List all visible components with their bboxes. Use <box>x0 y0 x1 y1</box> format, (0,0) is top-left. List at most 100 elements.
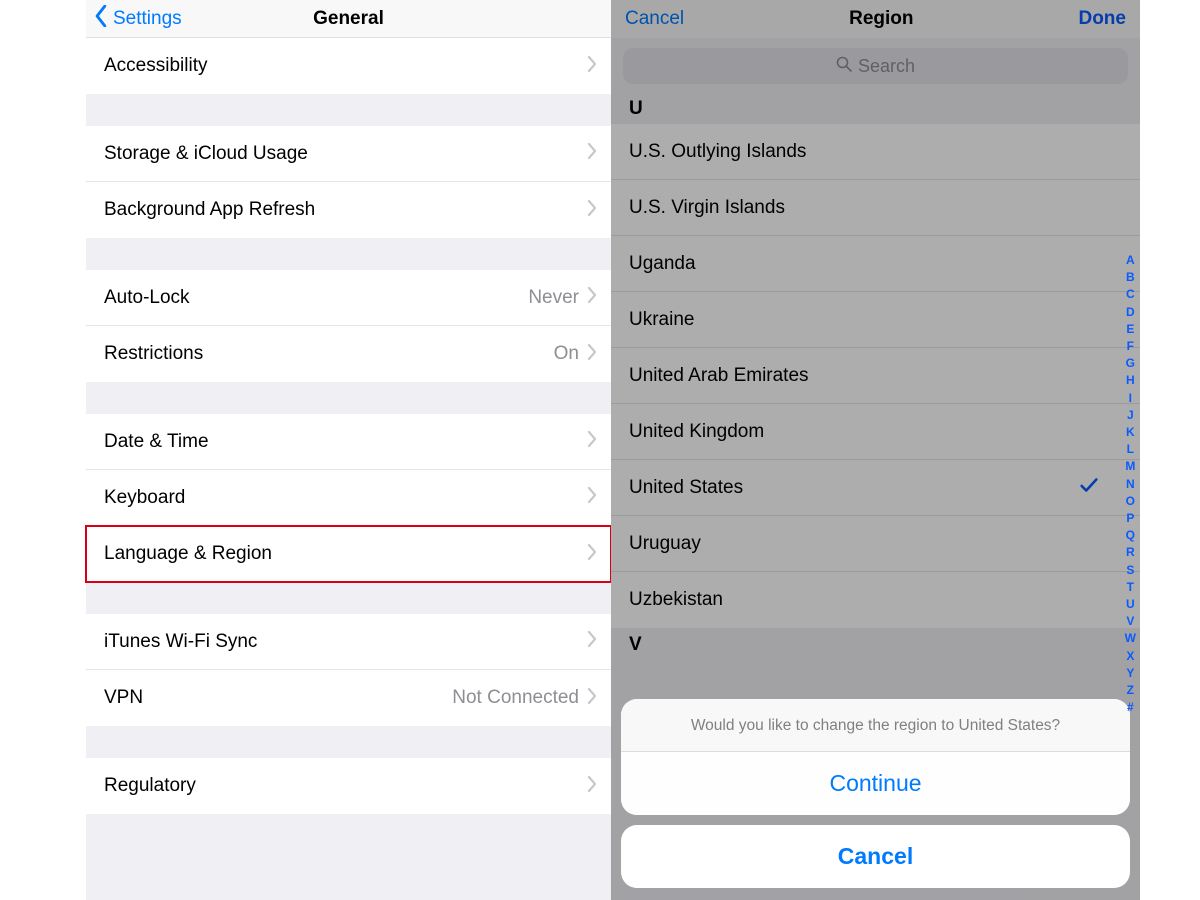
region-name: U.S. Outlying Islands <box>629 141 806 163</box>
region-row-united-arab-emirates[interactable]: United Arab Emirates <box>611 348 1140 404</box>
row-label: Accessibility <box>104 55 207 77</box>
index-letter[interactable]: E <box>1126 321 1134 338</box>
region-name: Ukraine <box>629 309 694 331</box>
section-header: V <box>611 628 1140 660</box>
cancel-button[interactable]: Cancel <box>625 8 684 30</box>
settings-row-accessibility[interactable]: Accessibility <box>86 38 611 94</box>
index-letter[interactable]: P <box>1126 510 1134 527</box>
done-button[interactable]: Done <box>1078 8 1126 30</box>
index-letter[interactable]: Y <box>1126 665 1134 682</box>
navbar-region: Cancel Region Done <box>611 0 1140 38</box>
chevron-right-icon <box>587 631 597 652</box>
search-placeholder: Search <box>858 56 915 77</box>
row-label: VPN <box>104 687 143 709</box>
index-letter[interactable]: X <box>1126 648 1134 665</box>
row-label: Regulatory <box>104 775 196 797</box>
region-name: U.S. Virgin Islands <box>629 197 785 219</box>
alphabet-index[interactable]: ABCDEFGHIJKLMNOPQRSTUVWXYZ# <box>1125 252 1136 716</box>
index-letter[interactable]: U <box>1126 596 1135 613</box>
chevron-right-icon <box>587 487 597 508</box>
chevron-right-icon <box>587 344 597 365</box>
chevron-right-icon <box>587 776 597 797</box>
index-letter[interactable]: S <box>1126 562 1134 579</box>
index-letter[interactable]: A <box>1126 252 1135 269</box>
settings-row-restrictions[interactable]: Restrictions On <box>86 326 611 382</box>
settings-row-vpn[interactable]: VPN Not Connected <box>86 670 611 726</box>
chevron-right-icon <box>587 287 597 308</box>
chevron-left-icon <box>94 5 113 33</box>
navbar-general: Settings General <box>86 0 611 38</box>
settings-row-storage-icloud-usage[interactable]: Storage & iCloud Usage <box>86 126 611 182</box>
region-name: Uzbekistan <box>629 589 723 611</box>
row-value: Not Connected <box>452 687 579 709</box>
search-icon <box>836 56 858 77</box>
back-label: Settings <box>113 8 182 30</box>
sheet-cancel-button[interactable]: Cancel <box>621 825 1130 888</box>
chevron-right-icon <box>587 544 597 565</box>
index-letter[interactable]: V <box>1126 613 1134 630</box>
chevron-right-icon <box>587 143 597 164</box>
region-row-uzbekistan[interactable]: Uzbekistan <box>611 572 1140 628</box>
index-letter[interactable]: R <box>1126 544 1135 561</box>
row-label: Background App Refresh <box>104 199 315 221</box>
index-letter[interactable]: Q <box>1126 527 1135 544</box>
index-letter[interactable]: B <box>1126 269 1135 286</box>
row-label: Restrictions <box>104 343 203 365</box>
row-label: Keyboard <box>104 487 185 509</box>
page-title: Region <box>849 8 913 30</box>
confirm-region-sheet: Would you like to change the region to U… <box>621 699 1130 888</box>
index-letter[interactable]: N <box>1126 476 1135 493</box>
sheet-message: Would you like to change the region to U… <box>621 699 1130 752</box>
row-label: iTunes Wi-Fi Sync <box>104 631 257 653</box>
row-value: On <box>554 343 579 365</box>
settings-row-date-time[interactable]: Date & Time <box>86 414 611 470</box>
row-label: Date & Time <box>104 431 209 453</box>
index-letter[interactable]: D <box>1126 304 1135 321</box>
index-letter[interactable]: W <box>1125 630 1136 647</box>
index-letter[interactable]: # <box>1127 699 1134 716</box>
search-input[interactable]: Search <box>623 48 1128 84</box>
settings-row-itunes-wi-fi-sync[interactable]: iTunes Wi-Fi Sync <box>86 614 611 670</box>
row-value: Never <box>528 287 579 309</box>
region-row-united-kingdom[interactable]: United Kingdom <box>611 404 1140 460</box>
region-row-u-s-virgin-islands[interactable]: U.S. Virgin Islands <box>611 180 1140 236</box>
region-picker-pane: Cancel Region Done Search U U.S. Outlying… <box>611 0 1140 900</box>
region-row-ukraine[interactable]: Ukraine <box>611 292 1140 348</box>
sheet-continue-button[interactable]: Continue <box>621 752 1130 815</box>
index-letter[interactable]: O <box>1126 493 1135 510</box>
region-name: United Kingdom <box>629 421 764 443</box>
region-name: United Arab Emirates <box>629 365 809 387</box>
index-letter[interactable]: K <box>1126 424 1135 441</box>
settings-row-keyboard[interactable]: Keyboard <box>86 470 611 526</box>
row-label: Storage & iCloud Usage <box>104 143 308 165</box>
settings-row-auto-lock[interactable]: Auto-Lock Never <box>86 270 611 326</box>
region-name: Uruguay <box>629 533 701 555</box>
back-to-settings-button[interactable]: Settings <box>94 5 182 33</box>
index-letter[interactable]: F <box>1127 338 1134 355</box>
region-row-uganda[interactable]: Uganda <box>611 236 1140 292</box>
settings-row-regulatory[interactable]: Regulatory <box>86 758 611 814</box>
page-title: General <box>313 8 384 30</box>
index-letter[interactable]: Z <box>1127 682 1134 699</box>
row-label: Language & Region <box>104 543 272 565</box>
region-row-united-states[interactable]: United States <box>611 460 1140 516</box>
chevron-right-icon <box>587 200 597 221</box>
index-letter[interactable]: T <box>1127 579 1134 596</box>
checkmark-icon <box>1078 474 1100 502</box>
chevron-right-icon <box>587 56 597 77</box>
general-settings-pane: Settings General Accessibility Storage & … <box>86 0 611 900</box>
index-letter[interactable]: J <box>1127 407 1134 424</box>
row-label: Auto-Lock <box>104 287 190 309</box>
index-letter[interactable]: I <box>1129 390 1132 407</box>
index-letter[interactable]: C <box>1126 286 1135 303</box>
index-letter[interactable]: L <box>1127 441 1134 458</box>
chevron-right-icon <box>587 688 597 709</box>
settings-row-background-app-refresh[interactable]: Background App Refresh <box>86 182 611 238</box>
region-row-uruguay[interactable]: Uruguay <box>611 516 1140 572</box>
index-letter[interactable]: H <box>1126 372 1135 389</box>
index-letter[interactable]: M <box>1125 458 1135 475</box>
region-name: United States <box>629 477 743 499</box>
settings-row-language-region[interactable]: Language & Region <box>86 526 611 582</box>
index-letter[interactable]: G <box>1126 355 1135 372</box>
region-row-u-s-outlying-islands[interactable]: U.S. Outlying Islands <box>611 124 1140 180</box>
